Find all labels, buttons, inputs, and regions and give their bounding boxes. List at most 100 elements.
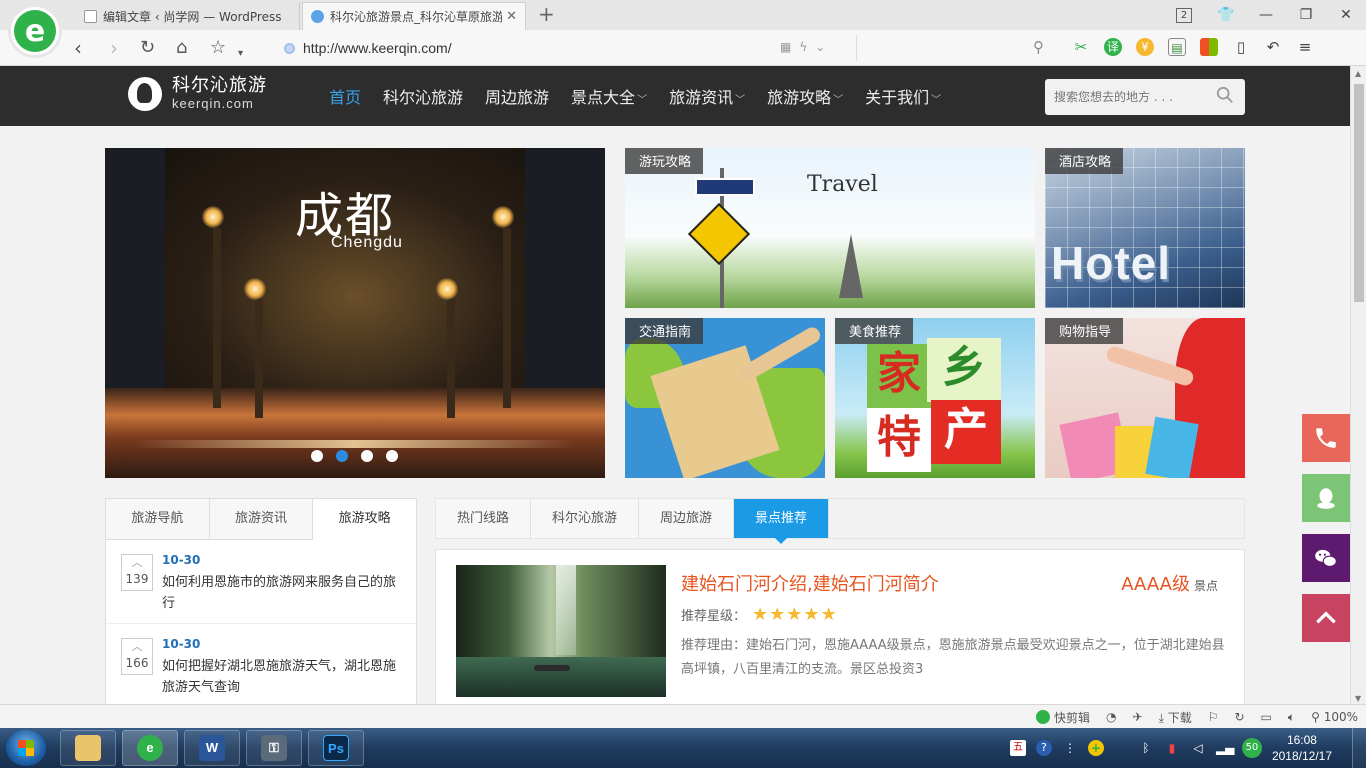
refresh-icon[interactable]: ↻: [1234, 710, 1244, 724]
tile-hotel-guide[interactable]: Hotel 酒店攻略: [1045, 148, 1245, 308]
back-button[interactable]: ‹: [74, 36, 82, 60]
new-tab-button[interactable]: +: [538, 4, 555, 24]
show-desktop-button[interactable]: [1352, 728, 1366, 768]
item-title-link[interactable]: 如何把握好湖北恩施旅游天气，湖北恩施旅游天气查询: [162, 656, 406, 698]
tab-nearby[interactable]: 周边旅游: [639, 499, 735, 538]
volume-tray-icon[interactable]: ◁: [1190, 740, 1206, 756]
close-tab-icon[interactable]: ✕: [506, 9, 517, 24]
item-title-link[interactable]: 如何利用恩施市的旅游网来服务自己的旅行: [162, 572, 406, 614]
tab-hot-routes[interactable]: 热门线路: [436, 499, 532, 538]
pin-icon[interactable]: ✈: [1133, 710, 1143, 724]
tab-recommended-spots[interactable]: 景点推荐: [734, 499, 830, 544]
input-method-icon[interactable]: 五: [1009, 740, 1026, 756]
taskbar-browser[interactable]: e: [122, 730, 178, 766]
tile-shopping-guide[interactable]: 购物指导: [1045, 318, 1245, 478]
vote-box[interactable]: ︿ 166: [121, 638, 153, 675]
tile-food-recommend[interactable]: 家 乡 特 产 美食推荐: [835, 318, 1035, 478]
security-tray-icon[interactable]: +: [1087, 740, 1104, 756]
nav-attractions[interactable]: 景点大全 ﹀: [560, 84, 658, 108]
browser-icon: e: [137, 735, 163, 761]
home-button[interactable]: ⌂: [176, 36, 187, 60]
favorite-star-button[interactable]: ☆: [210, 36, 226, 60]
scissors-icon[interactable]: ✂: [1072, 38, 1090, 56]
tile-traffic-guide[interactable]: 交通指南: [625, 318, 825, 478]
speed-badge[interactable]: 50: [1241, 738, 1262, 758]
bluetooth-icon[interactable]: ᛒ: [1138, 740, 1154, 756]
list-item[interactable]: ︿ 166 10-30 如何把握好湖北恩施旅游天气，湖北恩施旅游天气查询: [106, 624, 416, 707]
refresh-button[interactable]: ↻: [140, 36, 155, 60]
nav-keerqin-travel[interactable]: 科尔沁旅游: [372, 84, 474, 108]
back-to-top-button[interactable]: [1302, 594, 1350, 642]
slider-dot[interactable]: [386, 450, 398, 462]
qr-lightning-tools[interactable]: ▦ϟ⌄: [780, 40, 833, 54]
quick-clip-button[interactable]: 快剪辑: [1036, 709, 1090, 726]
phone-contact-button[interactable]: [1302, 414, 1350, 462]
tab-travel-news[interactable]: 旅游资讯: [210, 499, 314, 539]
apps-grid-icon[interactable]: [1200, 38, 1218, 56]
nav-home[interactable]: 首页: [318, 84, 372, 108]
nav-travel-guides[interactable]: 旅游攻略 ﹀: [756, 84, 854, 108]
taskbar-network-app[interactable]: ⚿: [246, 730, 302, 766]
nav-travel-news[interactable]: 旅游资讯 ﹀: [658, 84, 756, 108]
tab-travel-nav[interactable]: 旅游导航: [106, 499, 210, 539]
system-clock[interactable]: 16:08 2018/12/17: [1272, 732, 1332, 764]
url-text[interactable]: http://www.keerqin.com/: [303, 40, 452, 56]
window-icon[interactable]: ▭: [1261, 710, 1272, 724]
attraction-title-link[interactable]: 建始石门河介绍,建始石门河简介: [681, 570, 939, 596]
address-bar[interactable]: http://www.keerqin.com/: [276, 35, 856, 61]
browser-logo[interactable]: e: [8, 4, 62, 58]
volume-icon[interactable]: 🔈︎: [1288, 710, 1295, 725]
tablet-icon[interactable]: ▯: [1232, 38, 1250, 56]
forward-button[interactable]: ›: [110, 36, 118, 60]
slider-dot[interactable]: [336, 450, 348, 462]
browser-search-box[interactable]: ⚲: [856, 35, 1056, 61]
wechat-contact-button[interactable]: [1302, 534, 1350, 582]
vote-count: 139: [125, 572, 149, 586]
browser-tab-wordpress[interactable]: 编辑文章 ‹ 尚学网 — WordPress: [76, 2, 300, 30]
scroll-down-icon[interactable]: ▼: [1355, 694, 1361, 703]
nav-about-us[interactable]: 关于我们 ﹀: [854, 84, 952, 108]
scroll-up-icon[interactable]: ▲: [1355, 69, 1361, 78]
shield-icon[interactable]: ¥: [1136, 38, 1154, 56]
favorite-dropdown-icon[interactable]: ▾: [238, 42, 243, 66]
search-icon[interactable]: [1216, 86, 1234, 104]
signal-icon[interactable]: ▂▄: [1216, 740, 1234, 756]
restore-button[interactable]: ❐: [1286, 7, 1326, 23]
qq-contact-button[interactable]: [1302, 474, 1350, 522]
site-logo[interactable]: 科尔沁旅游 keerqin.com: [128, 76, 267, 112]
slider-dot[interactable]: [311, 450, 323, 462]
download-button[interactable]: ⤓ 下载: [1159, 709, 1192, 726]
help-icon[interactable]: ?: [1035, 740, 1052, 756]
attraction-thumbnail[interactable]: [456, 565, 666, 697]
undo-icon[interactable]: ↶: [1264, 38, 1282, 56]
taskbar-explorer[interactable]: [60, 730, 116, 766]
network-error-icon[interactable]: ▮: [1164, 740, 1180, 756]
browser-tab-keerqin[interactable]: 科尔沁旅游景点_科尔沁草原旅游 ✕: [302, 2, 526, 30]
tab-travel-guides[interactable]: 旅游攻略: [313, 499, 416, 541]
taskbar-photoshop[interactable]: Ps: [308, 730, 364, 766]
tab-keerqin[interactable]: 科尔沁旅游: [531, 499, 640, 538]
menu-icon[interactable]: ≡: [1296, 38, 1314, 56]
translate-icon[interactable]: 译: [1104, 38, 1122, 56]
list-item[interactable]: ︿ 139 10-30 如何利用恩施市的旅游网来服务自己的旅行: [106, 540, 416, 624]
tile-travel-guide[interactable]: Travel 游玩攻略: [625, 148, 1035, 308]
start-button[interactable]: [6, 730, 46, 766]
speed-icon[interactable]: ◔: [1106, 710, 1116, 724]
tab-count-button[interactable]: 2: [1176, 7, 1192, 23]
tool-icon[interactable]: ⋮: [1062, 740, 1078, 756]
image-icon[interactable]: ▤: [1168, 38, 1186, 56]
close-window-button[interactable]: ✕: [1326, 7, 1366, 23]
zoom-control[interactable]: ⚲ 100%: [1311, 710, 1358, 724]
scroll-thumb[interactable]: [1354, 84, 1364, 302]
minimize-button[interactable]: —: [1246, 7, 1286, 23]
flag-icon[interactable]: ⚐: [1208, 710, 1219, 724]
site-search-input[interactable]: [1045, 79, 1205, 115]
slider-dot[interactable]: [361, 450, 373, 462]
taskbar-word[interactable]: W: [184, 730, 240, 766]
search-icon[interactable]: ⚲: [1033, 38, 1044, 56]
skin-icon[interactable]: 👕: [1206, 7, 1246, 23]
hero-slider[interactable]: 成都 Chengdu: [105, 148, 605, 478]
page-scrollbar[interactable]: ▲ ▼: [1350, 66, 1366, 706]
vote-box[interactable]: ︿ 139: [121, 554, 153, 591]
nav-nearby-travel[interactable]: 周边旅游: [474, 84, 560, 108]
